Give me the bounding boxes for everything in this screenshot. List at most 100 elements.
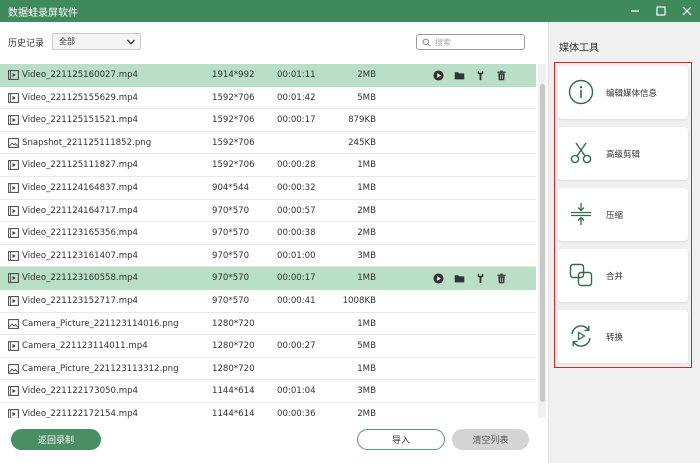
file-resolution: 970*570 [212, 228, 250, 239]
file-name: Camera_221123114011.mp4 [22, 341, 148, 352]
play-button[interactable] [432, 69, 444, 81]
file-list: Video_221125160027.mp4 1914*992 00:01:11 2M… [0, 64, 536, 418]
file-name: Snapshot_221125111852.png [22, 137, 152, 148]
tools-button[interactable] [474, 272, 486, 284]
file-resolution: 1144*614 [212, 408, 255, 418]
file-row[interactable]: Video_221124164717.mp4 970*570 00:00:57 2MB [0, 200, 536, 223]
video-file-icon [8, 92, 19, 103]
file-row[interactable]: Video_221123165356.mp4 970*570 00:00:38 2MB [0, 222, 536, 245]
compress-tool[interactable]: 压缩 [558, 188, 688, 241]
file-duration: 00:00:17 [277, 273, 316, 284]
filter-select[interactable]: 全部 [52, 33, 141, 50]
file-name: Video_221125151521.mp4 [22, 115, 139, 126]
video-file-icon [8, 183, 19, 193]
media-tool-label: 转换 [606, 333, 624, 343]
trash-icon [495, 272, 507, 284]
file-row[interactable]: Video_221122172154.mp4 1144*614 00:00:36 2M… [0, 403, 536, 418]
title-bar: 数据蛙录屏软件 [0, 0, 700, 22]
file-row[interactable]: Camera_Picture_221123114016.png 1280*720 1… [0, 313, 536, 336]
file-size: 1MB [357, 318, 376, 329]
media-tool-label: 编辑媒体信息 [606, 89, 658, 99]
file-duration: 00:00:32 [277, 182, 316, 193]
file-row[interactable]: Video_221124164837.mp4 904*544 00:00:32 1MB [0, 177, 536, 200]
file-duration: 00:00:17 [277, 115, 316, 126]
bottom-bar: 返回录制 导入 清空列表 [0, 418, 548, 463]
file-name: Video_221124164717.mp4 [22, 205, 139, 216]
edit-media-info-tool[interactable]: 编辑媒体信息 [558, 66, 688, 119]
play-icon [432, 69, 444, 81]
scrollbar-thumb[interactable] [540, 84, 545, 402]
back-to-record-button[interactable]: 返回录制 [11, 429, 101, 450]
file-row[interactable]: Video_221123161407.mp4 970*570 00:01:00 3MB [0, 245, 536, 268]
maximize-button[interactable] [648, 0, 674, 22]
media-tools-list: 编辑媒体信息高级剪辑压缩合并转换 [554, 62, 692, 368]
video-file-icon [8, 341, 19, 352]
file-row[interactable]: Video_221123152717.mp4 970*570 00:00:41 100… [0, 290, 536, 313]
row-actions [432, 272, 507, 284]
close-button[interactable] [674, 0, 700, 22]
row-actions [432, 69, 507, 81]
file-row[interactable]: Video_221125111827.mp4 1592*706 00:00:28 1M… [0, 154, 536, 177]
file-duration: 00:00:28 [277, 160, 316, 171]
file-resolution: 1280*720 [212, 341, 255, 352]
file-row[interactable]: Camera_Picture_221123113312.png 1280*720 1… [0, 358, 536, 381]
file-size: 2MB [357, 205, 376, 216]
search-input[interactable] [435, 37, 515, 47]
convert-icon [568, 323, 594, 349]
file-name: Camera_Picture_221123113312.png [22, 363, 179, 374]
file-name: Video_221122173050.mp4 [22, 386, 139, 397]
delete-button[interactable] [495, 69, 507, 81]
minimize-button[interactable] [622, 0, 648, 22]
file-duration: 00:01:04 [277, 386, 316, 397]
file-name: Video_221124164837.mp4 [22, 182, 139, 193]
file-size: 3MB [357, 386, 376, 397]
file-row[interactable]: Snapshot_221125111852.png 1592*706 245KB [0, 132, 536, 155]
tools-button[interactable] [474, 69, 486, 81]
advanced-edit-tool[interactable]: 高级剪辑 [558, 127, 688, 180]
window-controls [622, 0, 700, 22]
play-icon [432, 272, 444, 284]
media-tools-title: 媒体工具 [559, 43, 599, 54]
chevron-down-icon [127, 39, 135, 45]
file-resolution: 1144*614 [212, 386, 255, 397]
file-size: 1MB [357, 363, 376, 374]
video-file-icon [8, 115, 19, 126]
file-resolution: 1280*720 [212, 363, 255, 374]
convert-tool[interactable]: 转换 [558, 310, 688, 363]
merge-tool[interactable]: 合并 [558, 249, 688, 302]
folder-icon [453, 69, 465, 81]
file-row[interactable]: Video_221125160027.mp4 1914*992 00:01:11 2M… [0, 64, 536, 87]
file-resolution: 970*570 [212, 295, 250, 306]
file-size: 1008KB [342, 295, 376, 306]
file-duration: 00:01:00 [277, 250, 316, 261]
file-name: Camera_Picture_221123114016.png [22, 318, 179, 329]
file-row[interactable]: Video_221122173050.mp4 1144*614 00:01:04 3M… [0, 380, 536, 403]
compress-icon [568, 201, 594, 227]
file-resolution: 1592*706 [212, 137, 255, 148]
video-file-icon [8, 205, 19, 216]
file-row[interactable]: Video_221125151521.mp4 1592*706 00:00:17 87… [0, 109, 536, 132]
video-file-icon [8, 386, 19, 397]
file-name: Video_221123160558.mp4 [22, 273, 139, 284]
search-icon [422, 38, 431, 47]
trash-icon [495, 69, 507, 81]
delete-button[interactable] [495, 272, 507, 284]
play-button[interactable] [432, 272, 444, 284]
open-folder-button[interactable] [453, 272, 465, 284]
file-row[interactable]: Camera_221123114011.mp4 1280*720 00:00:27 5… [0, 335, 536, 358]
minimize-icon [631, 10, 639, 12]
file-duration: 00:00:41 [277, 295, 316, 306]
merge-icon [568, 262, 594, 288]
import-button[interactable]: 导入 [357, 429, 445, 450]
file-row[interactable]: Video_221125155629.mp4 1592*706 00:01:42 5M… [0, 87, 536, 110]
folder-icon [453, 272, 465, 284]
search-box[interactable] [416, 34, 525, 50]
file-row[interactable]: Video_221123160558.mp4 970*570 00:00:17 1MB [0, 267, 536, 290]
file-duration: 00:00:38 [277, 228, 316, 239]
clear-list-button[interactable]: 清空列表 [452, 429, 529, 450]
info-icon [568, 79, 594, 105]
file-name: Video_221123161407.mp4 [22, 250, 139, 261]
open-folder-button[interactable] [453, 69, 465, 81]
file-size: 2MB [357, 408, 376, 418]
close-icon [682, 6, 692, 16]
